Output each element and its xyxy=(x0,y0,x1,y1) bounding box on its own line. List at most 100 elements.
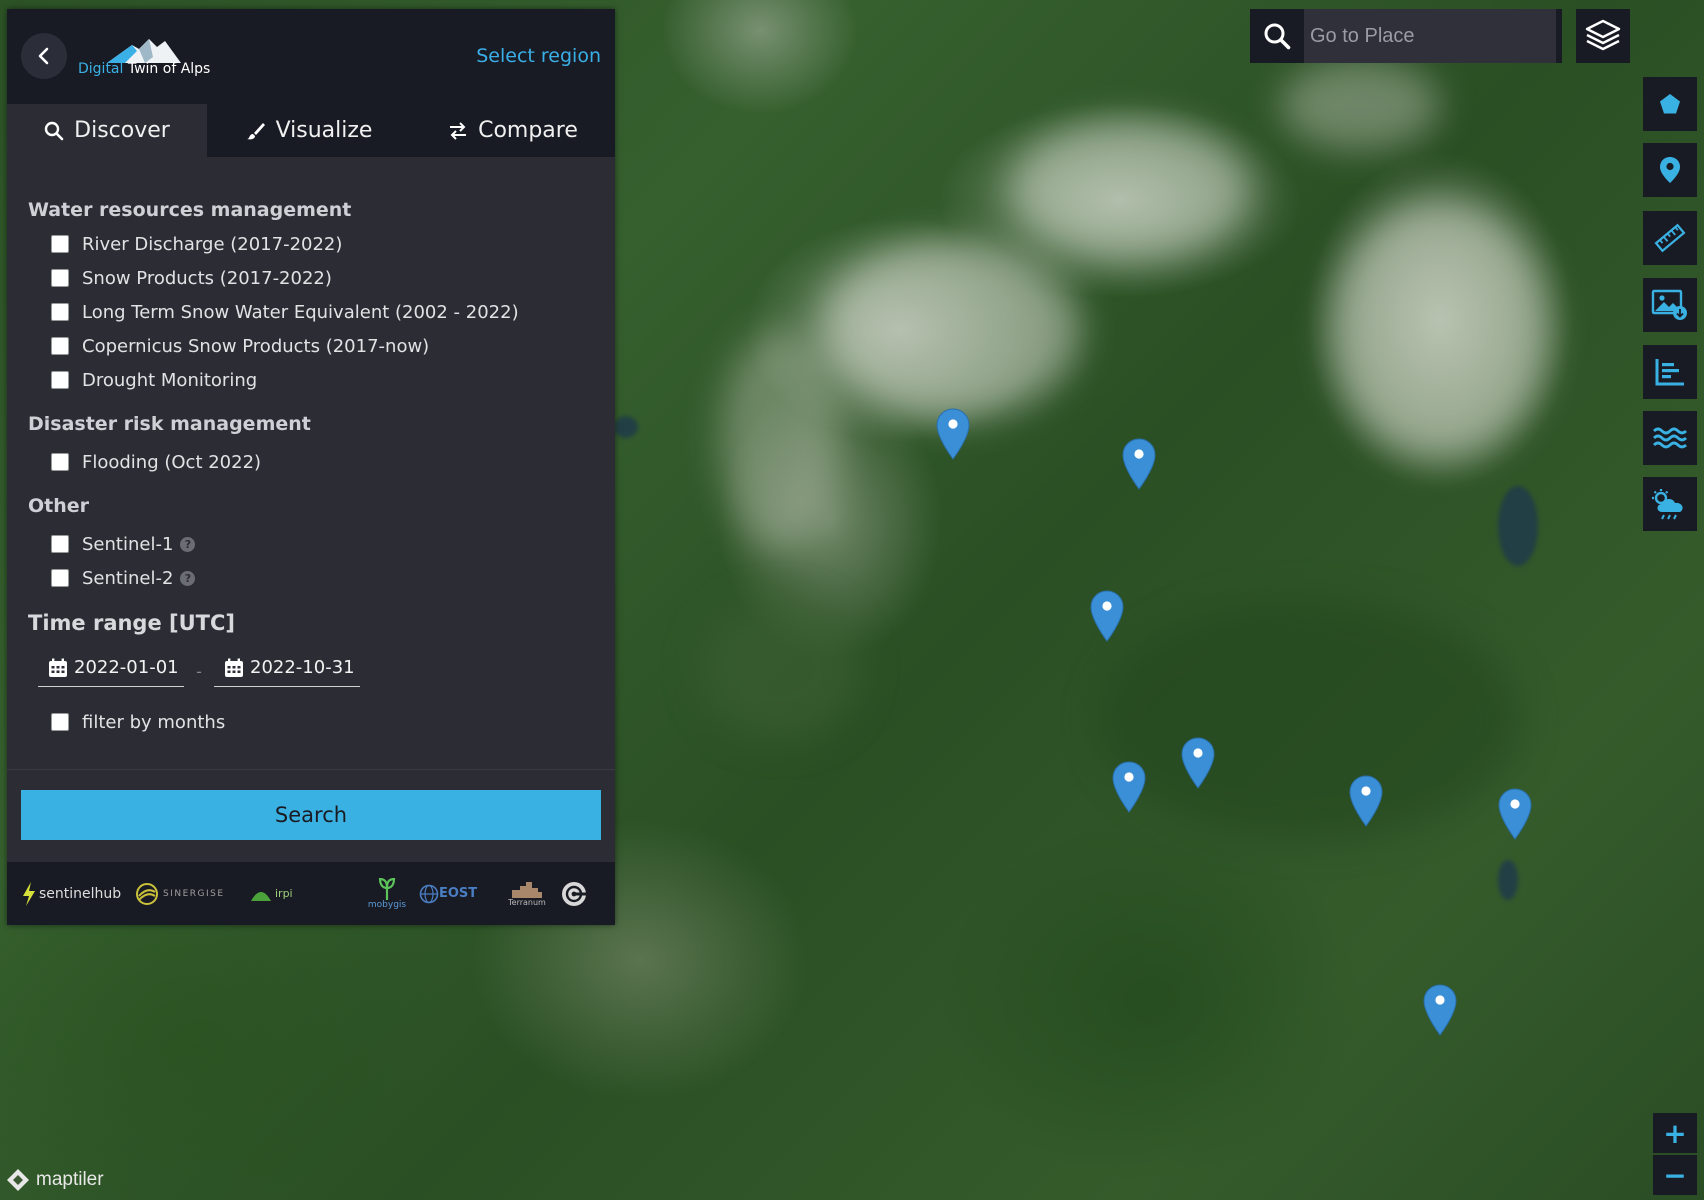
back-button[interactable] xyxy=(21,33,67,79)
layer-option[interactable]: Copernicus Snow Products (2017-now) xyxy=(21,329,615,363)
esa-logo[interactable] xyxy=(561,881,587,907)
layer-option[interactable]: Flooding (Oct 2022) xyxy=(21,445,615,479)
mountain-logo-icon xyxy=(107,39,181,63)
layers-icon xyxy=(1585,19,1621,51)
place-search-input[interactable] xyxy=(1304,9,1556,63)
checkbox[interactable] xyxy=(51,269,69,287)
layer-option[interactable]: Long Term Snow Water Equivalent (2002 - … xyxy=(21,295,615,329)
place-search-box xyxy=(1250,9,1562,63)
search-icon[interactable] xyxy=(1250,9,1304,63)
checkbox[interactable] xyxy=(51,303,69,321)
sinergise-logo[interactable]: SINERGISE xyxy=(136,882,249,905)
tab-visualize[interactable]: Visualize xyxy=(207,104,411,157)
tab-discover[interactable]: Discover xyxy=(7,104,207,157)
mobygis-logo[interactable]: mobygis xyxy=(355,877,419,910)
map-pin-icon xyxy=(1122,438,1156,490)
measure-button[interactable] xyxy=(1643,211,1697,265)
map-pin-icon xyxy=(1112,761,1146,813)
maptiler-logo-icon xyxy=(7,1169,29,1191)
date-from-value: 2022-01-01 xyxy=(74,657,179,678)
place-pin-button[interactable] xyxy=(1643,143,1697,197)
panel-header: Digital Twin of Alps Select region xyxy=(7,9,615,104)
location-pin-icon xyxy=(1660,157,1680,183)
image-download-icon xyxy=(1651,289,1687,320)
help-icon[interactable]: ? xyxy=(180,570,196,586)
checkbox[interactable] xyxy=(51,453,69,471)
zoom-out-button[interactable]: − xyxy=(1653,1155,1697,1195)
weather-cloud-icon xyxy=(1652,489,1683,520)
option-label: Sentinel-1 xyxy=(82,533,174,555)
group-title: Water resources management xyxy=(28,199,352,221)
weather-button[interactable] xyxy=(1643,477,1697,531)
group-title: Other xyxy=(28,495,90,517)
other-group: Other Sentinel-1? Sentinel-2? xyxy=(21,495,615,595)
date-to-value: 2022-10-31 xyxy=(250,657,355,678)
pentagon-icon xyxy=(1660,94,1680,114)
layer-option[interactable]: Sentinel-2? xyxy=(21,561,615,595)
esa-icon xyxy=(562,881,586,906)
layers-button[interactable] xyxy=(1576,9,1630,63)
date-range: 2022-01-01 - 2022-10-31 xyxy=(21,649,615,687)
location-marker[interactable] xyxy=(936,408,970,460)
location-marker[interactable] xyxy=(1423,984,1457,1036)
map-pin-icon xyxy=(1423,984,1457,1036)
location-marker[interactable] xyxy=(1498,788,1532,840)
help-icon[interactable]: ? xyxy=(180,536,196,552)
chevron-left-icon xyxy=(38,47,49,65)
search-button[interactable]: Search xyxy=(21,790,601,840)
draw-polygon-button[interactable] xyxy=(1643,77,1697,131)
group-title: Disaster risk management xyxy=(28,413,311,435)
checkbox[interactable] xyxy=(51,535,69,553)
eost-logo[interactable]: EOST xyxy=(419,884,493,904)
app-logo-text: Digital Twin of Alps xyxy=(78,61,211,77)
swap-icon xyxy=(450,121,467,140)
checkbox[interactable] xyxy=(51,337,69,355)
location-marker[interactable] xyxy=(1349,775,1383,827)
maptiler-attribution[interactable]: maptiler xyxy=(6,1168,104,1192)
option-label: Sentinel-2 xyxy=(82,567,174,589)
disaster-risk-group: Disaster risk management Flooding (Oct 2… xyxy=(21,413,615,479)
map-pin-icon xyxy=(1181,737,1215,789)
location-marker[interactable] xyxy=(1090,590,1124,642)
chart-button[interactable] xyxy=(1643,345,1697,399)
tab-label: Compare xyxy=(478,118,578,143)
filter-by-months-option[interactable]: filter by months xyxy=(21,705,615,739)
option-label: Drought Monitoring xyxy=(82,369,258,391)
zoom-in-button[interactable]: + xyxy=(1653,1113,1697,1153)
image-download-button[interactable] xyxy=(1643,278,1697,332)
layer-option[interactable]: Sentinel-1? xyxy=(21,527,615,561)
search-icon xyxy=(44,121,64,140)
checkbox[interactable] xyxy=(51,713,69,731)
layer-option[interactable]: Drought Monitoring xyxy=(21,363,615,397)
location-marker[interactable] xyxy=(1181,737,1215,789)
location-marker[interactable] xyxy=(1112,761,1146,813)
sentinelhub-logo[interactable]: sentinelhub xyxy=(21,881,136,906)
layer-option[interactable]: Snow Products (2017-2022) xyxy=(21,261,615,295)
bolt-icon xyxy=(23,881,35,906)
checkbox[interactable] xyxy=(51,569,69,587)
select-region-link[interactable]: Select region xyxy=(476,45,601,67)
terranum-icon xyxy=(512,882,542,898)
map-pin-icon xyxy=(936,408,970,460)
date-separator: - xyxy=(196,662,202,681)
search-footer: Search xyxy=(7,769,615,854)
tab-label: Visualize xyxy=(275,118,373,143)
irpi-logo[interactable]: irpi xyxy=(249,883,355,905)
checkbox[interactable] xyxy=(51,371,69,389)
date-from-picker[interactable]: 2022-01-01 xyxy=(38,649,184,687)
water-button[interactable] xyxy=(1643,411,1697,465)
sinergise-icon xyxy=(136,882,158,905)
date-to-picker[interactable]: 2022-10-31 xyxy=(214,649,360,687)
tab-label: Discover xyxy=(74,118,170,143)
checkbox[interactable] xyxy=(51,235,69,253)
globe-icon xyxy=(419,884,439,903)
side-panel: Digital Twin of Alps Select region Disco… xyxy=(7,9,615,925)
tab-compare[interactable]: Compare xyxy=(411,104,615,157)
option-label: Snow Products (2017-2022) xyxy=(82,267,332,289)
option-label: Flooding (Oct 2022) xyxy=(82,451,262,473)
location-marker[interactable] xyxy=(1122,438,1156,490)
map-pin-icon xyxy=(1090,590,1124,642)
layer-option[interactable]: River Discharge (2017-2022) xyxy=(21,227,615,261)
ruler-icon xyxy=(1654,223,1686,253)
terranum-logo[interactable]: Terranum xyxy=(493,880,561,907)
